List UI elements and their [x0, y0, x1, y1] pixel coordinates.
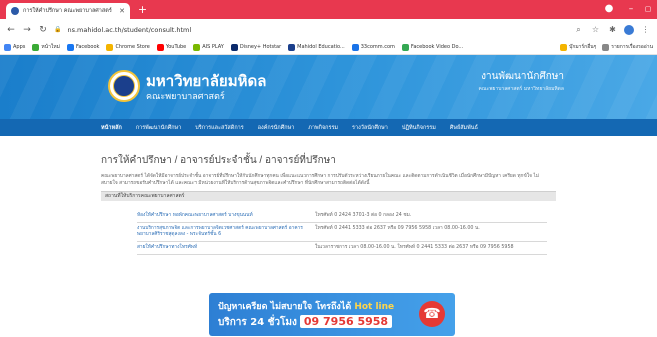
phone-icon: ☎ [419, 301, 445, 327]
nav-activity-calendar[interactable]: ปฏิทินกิจกรรม [402, 124, 436, 132]
bookmark-reading-list[interactable]: รายการเรื่องรออ่าน [602, 43, 653, 51]
university-logo[interactable] [108, 70, 140, 102]
new-tab-button[interactable]: + [136, 3, 149, 16]
hotline-banner[interactable]: ปัญหาเครียด ไม่สบายใจ โทรถึงได้ Hot line… [209, 293, 455, 336]
bookmark-label: บุ๊กมาร์กอื่นๆ [569, 44, 597, 50]
facebook-icon [66, 43, 74, 51]
zoom-icon[interactable]: ⌕ [573, 25, 584, 35]
bookmark-label: Mahidol Educatio... [297, 44, 345, 50]
bookmark-facebook-video[interactable]: Facebook Video Do... [401, 43, 464, 51]
bookmark-apps[interactable]: Apps [4, 43, 26, 51]
reading-list-icon [602, 43, 610, 51]
service-table: ห้องให้คำปรึกษา หอพักคณะพยาบาลศาสตร์ บาง… [137, 210, 547, 255]
bookmark-disney-hotstar[interactable]: Disney+ Hotstar [230, 43, 282, 51]
address-bar-row: ← → ↻ 🔒 ns.mahidol.ac.th/student/consult… [0, 19, 657, 40]
youtube-icon [156, 43, 164, 51]
logo-seal-icon [113, 75, 135, 97]
download-icon [401, 43, 409, 51]
bookmark-mahidol-education[interactable]: Mahidol Educatio... [288, 43, 345, 51]
globe-icon [32, 43, 40, 51]
service-place-link[interactable]: ห้องให้คำปรึกษา หอพักคณะพยาบาลศาสตร์ บาง… [137, 213, 307, 219]
banner-hotline-label: Hot line [354, 302, 395, 312]
tab-title: การให้คำปรึกษา คณะพยาบาลศาสตร์ [23, 8, 112, 14]
bookmark-star-icon[interactable]: ☆ [590, 25, 601, 34]
bookmark-label: 33comm.com [360, 44, 395, 50]
menu-icon[interactable]: ⋮ [640, 25, 651, 34]
table-row: ห้องให้คำปรึกษา หอพักคณะพยาบาลศาสตร์ บาง… [137, 210, 547, 223]
minimize-button[interactable]: – [622, 2, 640, 16]
service-place-link[interactable]: งานบริการสุขภาพจิต และการพยาบาลจิตเวชศาส… [137, 226, 307, 238]
site-icon [351, 43, 359, 51]
bookmark-new-page[interactable]: หน้าใหม่ [32, 43, 60, 51]
bookmark-youtube[interactable]: YouTube [156, 43, 187, 51]
chrome-store-icon [106, 43, 114, 51]
bookmark-label: Apps [13, 44, 26, 50]
banner-service-text: บริการ 24 ชั่วโมง [218, 317, 297, 328]
section-title: สถานที่ให้บริการคณะพยาบาลศาสตร์ [101, 191, 556, 201]
service-contact: โทรศัพท์ 0 2424 3701-3 ต่อ 0 กลอง 24 ชม. [315, 213, 412, 218]
table-row: สายให้คำปรึกษาทางโทรศัพท์ ในเวลาราชการ เ… [137, 242, 547, 255]
nav-alumni[interactable]: ศิษย์สัมพันธ์ [450, 124, 478, 132]
bookmark-label: Chrome Store [115, 44, 150, 50]
bookmarks-bar: Apps หน้าใหม่ Facebook Chrome Store YouT… [0, 40, 657, 55]
bookmark-label: รายการเรื่องรออ่าน [611, 44, 653, 50]
intro-paragraph: คณะพยาบาลศาสตร์ ได้จัดให้มีอาจารย์ประจำช… [101, 174, 539, 186]
web-page: มหาวิทยาลัยมหิดล คณะพยาบาลศาสตร์ งานพัฒน… [0, 55, 657, 337]
site-header: มหาวิทยาลัยมหิดล คณะพยาบาลศาสตร์ งานพัฒน… [0, 55, 657, 119]
back-icon[interactable]: ← [6, 25, 16, 35]
bookmark-label: Facebook Video Do... [410, 44, 464, 50]
banner-text: ปัญหาเครียด ไม่สบายใจ โทรถึงได้ [218, 302, 352, 312]
nav-student-development[interactable]: การพัฒนานักศึกษา [136, 124, 181, 132]
bookmark-other[interactable]: บุ๊กมาร์กอื่นๆ [560, 43, 596, 51]
browser-tab[interactable]: การให้คำปรึกษา คณะพยาบาลศาสตร์ ✕ [6, 3, 130, 19]
service-place-link[interactable]: สายให้คำปรึกษาทางโทรศัพท์ [137, 245, 307, 251]
bookmark-33comm[interactable]: 33comm.com [351, 43, 395, 51]
profile-icon[interactable]: ● [600, 2, 618, 16]
mahidol-icon [288, 43, 296, 51]
maximize-button[interactable]: ▢ [639, 2, 657, 16]
department-name: งานพัฒนานักศึกษา [481, 71, 564, 82]
nav-home[interactable]: หน้าหลัก [101, 124, 122, 132]
nav-student-awards[interactable]: รางวัลนักศึกษา [352, 124, 388, 132]
disney-icon [230, 43, 238, 51]
reload-icon[interactable]: ↻ [38, 25, 48, 35]
bookmark-label: AIS PLAY [202, 44, 224, 50]
browser-tab-bar: การให้คำปรึกษา คณะพยาบาลศาสตร์ ✕ + ● – ▢ [0, 0, 657, 19]
nav-student-organization[interactable]: องค์กรนักศึกษา [258, 124, 295, 132]
extensions-icon[interactable]: ✱ [607, 25, 618, 34]
department-subtitle: คณะพยาบาลศาสตร์ มหาวิทยาลัยมหิดล [478, 86, 564, 92]
apps-grid-icon [4, 43, 11, 51]
avatar[interactable] [624, 24, 634, 35]
service-contact: ในเวลาราชการ เวลา 08.00-16.00 น. โทรศัพท… [315, 245, 514, 250]
hotline-phone-number[interactable]: 09 7956 5958 [299, 315, 393, 328]
ais-play-icon [193, 43, 201, 51]
folder-icon [560, 43, 568, 51]
main-content: การให้คำปรึกษา / อาจารย์ประจำชั้น / อาจา… [101, 142, 556, 255]
main-nav: หน้าหลัก การพัฒนานักศึกษา บริการและสวัสด… [0, 119, 657, 136]
forward-icon[interactable]: → [22, 25, 32, 35]
bookmark-label: หน้าใหม่ [41, 44, 60, 50]
lock-icon[interactable]: 🔒 [54, 26, 61, 33]
service-contact: โทรศัพท์ 0 2441 5333 ต่อ 2637 หรือ 09 79… [315, 226, 480, 231]
bookmark-chrome-store[interactable]: Chrome Store [106, 43, 150, 51]
bookmark-label: YouTube [165, 44, 187, 50]
banner-headline: ปัญหาเครียด ไม่สบายใจ โทรถึงได้ Hot line [218, 299, 394, 313]
url-field[interactable]: ns.mahidol.ac.th/student/consult.html [67, 26, 567, 34]
faculty-name: คณะพยาบาลศาสตร์ [146, 92, 225, 102]
nav-services-welfare[interactable]: บริการและสวัสดิการ [195, 124, 243, 132]
close-tab-icon[interactable]: ✕ [119, 7, 125, 15]
bookmark-label: Disney+ Hotstar [239, 44, 282, 50]
bookmark-facebook[interactable]: Facebook [66, 43, 100, 51]
tab-favicon-icon [11, 7, 19, 15]
bookmark-ais-play[interactable]: AIS PLAY [193, 43, 224, 51]
page-title: การให้คำปรึกษา / อาจารย์ประจำชั้น / อาจา… [101, 155, 336, 166]
banner-service-line: บริการ 24 ชั่วโมง 09 7956 5958 [218, 315, 393, 330]
table-row: งานบริการสุขภาพจิต และการพยาบาลจิตเวชศาส… [137, 223, 547, 242]
nav-activity-photos[interactable]: ภาพกิจกรรม [308, 124, 338, 132]
bookmark-label: Facebook [75, 44, 100, 50]
